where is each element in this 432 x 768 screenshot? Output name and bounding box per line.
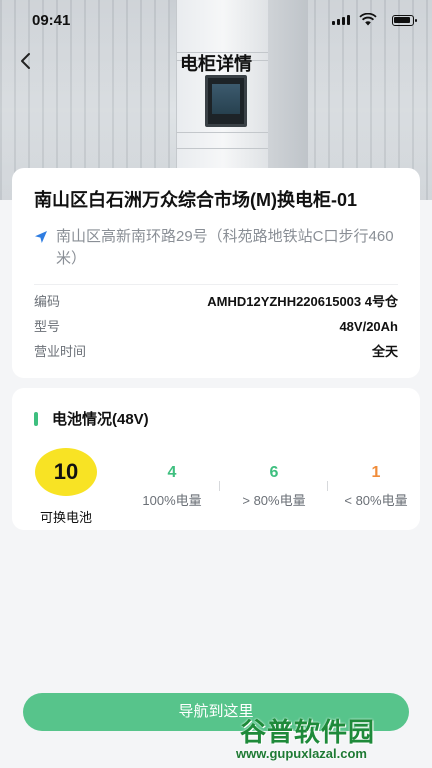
stat-label: < 80%电量 xyxy=(344,493,408,508)
stat-label: 100%电量 xyxy=(142,493,202,508)
status-bar: 09:41 xyxy=(0,0,432,40)
battery-section-header: 电池情况(48V) xyxy=(34,408,149,429)
stat-below-80: 1 < 80%电量 xyxy=(322,464,430,509)
stat-value: 4 xyxy=(167,464,177,481)
swappable-count-badge: 10 xyxy=(35,448,97,496)
stat-label: > 80%电量 xyxy=(242,493,306,508)
detail-value: 全天 xyxy=(371,344,398,359)
stat-value: 6 xyxy=(269,464,279,481)
station-name: 南山区白石洲万众综合市场(M)换电柜-01 xyxy=(34,190,357,210)
detail-label: 营业时间 xyxy=(34,344,87,359)
stat-value: 1 xyxy=(371,464,381,481)
detail-value: 48V/20Ah xyxy=(339,319,398,334)
watermark-title: 谷普软件园 xyxy=(240,717,376,747)
watermark-url: www.gupuxlazal.com xyxy=(236,746,367,761)
detail-label: 型号 xyxy=(34,319,61,334)
battery-section-title: 电池情况(48V) xyxy=(52,411,149,428)
signal-icon xyxy=(332,15,350,25)
battery-status-card: 电池情况(48V) 10 可换电池 4 100%电量 6 > 80%电量 1 <… xyxy=(12,388,420,530)
swappable-label: 可换电池 xyxy=(39,510,92,525)
nav-bar: 电柜详情 xyxy=(0,44,432,80)
section-accent-bar xyxy=(34,411,38,426)
divider xyxy=(34,284,398,285)
wifi-icon xyxy=(359,13,377,26)
station-details: 编码 AMHD12YZHH220615003 4号仓 型号 48V/20Ah 营… xyxy=(34,289,398,364)
stat-full: 4 100%电量 xyxy=(118,464,226,509)
address-text: 南山区高新南环路29号（科苑路地铁站C口步行460米） xyxy=(56,228,394,267)
detail-row-hours: 营业时间 全天 xyxy=(34,339,398,364)
watermark: 谷普软件园 www.gupuxlazal.com xyxy=(222,706,432,768)
station-address: 南山区高新南环路29号（科苑路地铁站C口步行460米） xyxy=(34,226,406,270)
detail-row-model: 型号 48V/20Ah xyxy=(34,314,398,339)
stat-above-80: 6 > 80%电量 xyxy=(220,464,328,509)
station-info-card: 南山区白石洲万众综合市场(M)换电柜-01 南山区高新南环路29号（科苑路地铁站… xyxy=(12,168,420,378)
detail-row-code: 编码 AMHD12YZHH220615003 4号仓 xyxy=(34,289,398,314)
page-title: 电柜详情 xyxy=(180,54,252,74)
status-time: 09:41 xyxy=(32,12,71,29)
detail-label: 编码 xyxy=(34,294,61,309)
detail-value: AMHD12YZHH220615003 4号仓 xyxy=(207,294,398,309)
location-arrow-icon xyxy=(35,231,47,243)
battery-icon xyxy=(392,15,417,26)
